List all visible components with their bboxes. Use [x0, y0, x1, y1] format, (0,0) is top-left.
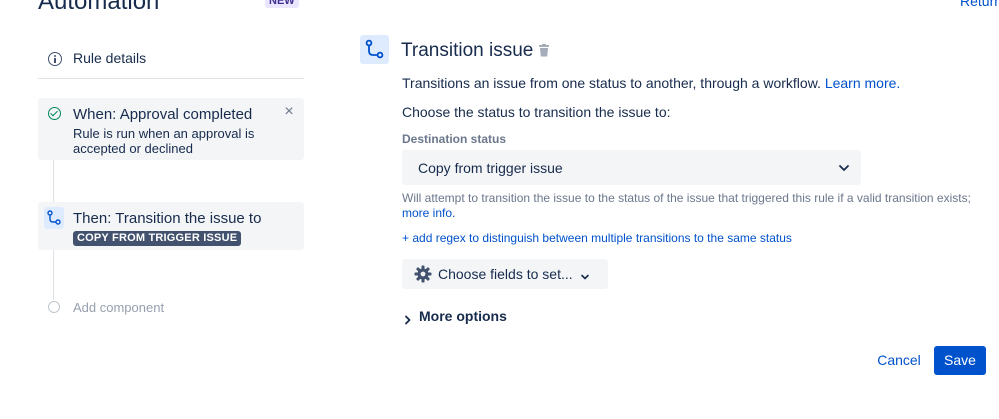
chevron-right-icon [404, 312, 412, 330]
check-circle-icon [48, 107, 61, 120]
page-title: Automation [38, 0, 160, 15]
helper-text: Will attempt to transition the issue to … [402, 191, 971, 205]
chevron-down-icon [838, 161, 850, 179]
panel-title: Transition issue [401, 40, 534, 61]
destination-status-value: Copy from trigger issue [418, 160, 563, 176]
panel-description: Transitions an issue from one status to … [402, 75, 900, 91]
close-icon[interactable]: × [282, 104, 296, 120]
rule-details-label: Rule details [73, 50, 147, 66]
destination-helper-text: Will attempt to transition the issue to … [402, 191, 982, 221]
transition-icon [360, 35, 389, 64]
trigger-title: When: Approval completed [73, 106, 253, 123]
more-info-link[interactable]: more info. [402, 206, 455, 220]
trash-icon[interactable] [538, 44, 550, 62]
add-component-dot [48, 301, 60, 313]
destination-status-label: Destination status [402, 132, 507, 146]
gear-icon [414, 265, 432, 288]
return-link[interactable]: Return [960, 0, 999, 8]
trigger-description: Rule is run when an approval is accepted… [73, 126, 255, 156]
rule-details-item[interactable]: Rule details [38, 44, 304, 79]
action-title: Then: Transition the issue to [73, 210, 262, 227]
add-regex-link[interactable]: + add regex to distinguish between multi… [402, 231, 792, 245]
add-component-link[interactable]: Add component [73, 300, 164, 315]
choose-fields-label: Choose fields to set... [438, 266, 573, 282]
choose-status-label: Choose the status to transition the issu… [402, 104, 671, 120]
description-text: Transitions an issue from one status to … [402, 75, 825, 91]
destination-lozenge: COPY FROM TRIGGER ISSUE [73, 231, 242, 246]
transition-icon [44, 207, 64, 229]
more-options-label: More options [419, 308, 507, 324]
new-badge: NEW [265, 0, 299, 8]
learn-more-link[interactable]: Learn more. [825, 75, 900, 91]
destination-status-select[interactable]: Copy from trigger issue [402, 150, 861, 185]
cancel-button[interactable]: Cancel [870, 346, 928, 374]
action-card[interactable]: Then: Transition the issue to COPY FROM … [38, 202, 304, 250]
trigger-card[interactable]: When: Approval completed Rule is run whe… [38, 98, 304, 160]
info-icon [48, 52, 62, 66]
choose-fields-button[interactable]: Choose fields to set... [402, 259, 608, 289]
chevron-down-icon [580, 269, 590, 287]
save-button[interactable]: Save [934, 346, 986, 375]
